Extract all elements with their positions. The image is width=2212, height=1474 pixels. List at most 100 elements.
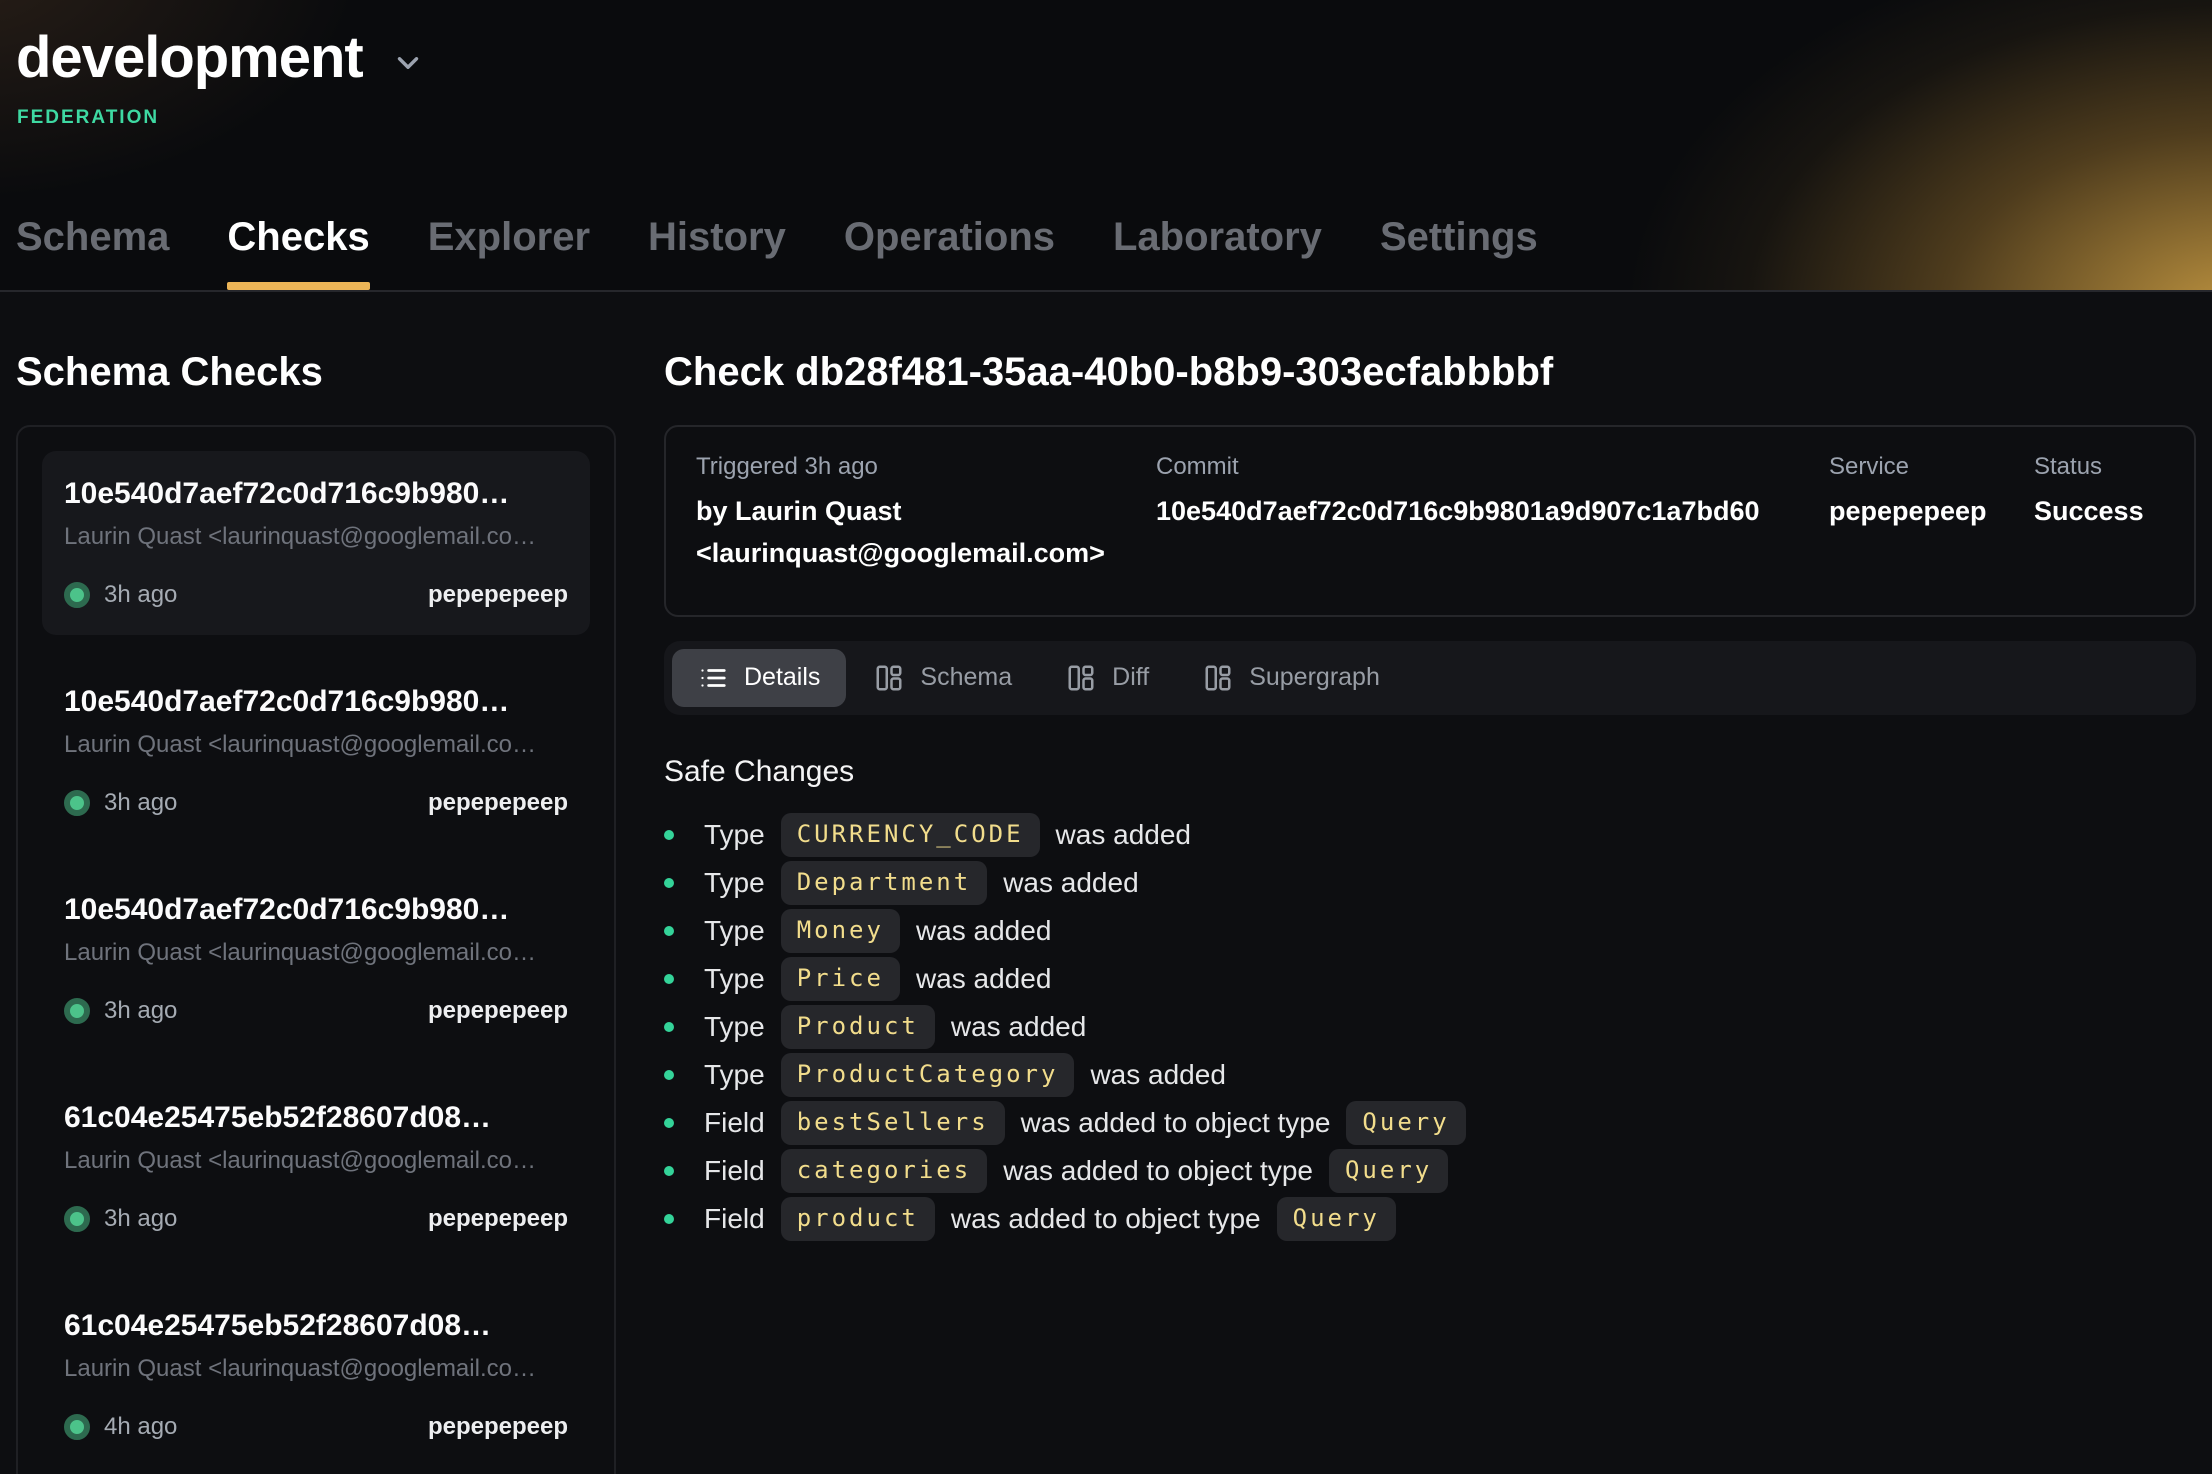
change-text: was added — [951, 1011, 1086, 1043]
meta-triggered-email: <laurinquast@googlemail.com> — [696, 533, 1156, 575]
meta-commit: Commit 10e540d7aef72c0d716c9b9801a9d907c… — [1156, 453, 1829, 533]
change-item: Field product was added to object type Q… — [664, 1195, 2196, 1243]
change-item: Type ProductCategory was added — [664, 1051, 2196, 1099]
meta-triggered: Triggered 3h ago by Laurin Quast <laurin… — [696, 453, 1156, 575]
check-id: 10e540d7aef72c0d716c9b980… — [64, 685, 568, 719]
check-title: Check db28f481-35aa-40b0-b8b9-303ecfabbb… — [664, 350, 2196, 395]
section-title: Safe Changes — [664, 755, 2196, 789]
check-time: 3h ago — [104, 581, 177, 609]
content: Schema Checks 10e540d7aef72c0d716c9b980…… — [0, 292, 2212, 1474]
bullet-icon — [664, 1118, 674, 1128]
status-dot-icon — [64, 998, 90, 1024]
change-kind: Type — [704, 1059, 765, 1091]
change-text: was added — [1056, 819, 1191, 851]
change-item: Type CURRENCY_CODE was added — [664, 811, 2196, 859]
check-list-item[interactable]: 61c04e25475eb52f28607d08… Laurin Quast <… — [42, 1075, 590, 1259]
change-text: was added — [1090, 1059, 1225, 1091]
meta-commit-value: 10e540d7aef72c0d716c9b9801a9d907c1a7bd60 — [1156, 491, 1829, 533]
check-service: pepepepeep — [428, 997, 568, 1025]
tab-schema[interactable]: Schema — [16, 215, 169, 290]
check-id: 10e540d7aef72c0d716c9b980… — [64, 893, 568, 927]
tab-checks[interactable]: Checks — [227, 215, 369, 290]
check-author: Laurin Quast <laurinquast@googlemail.co… — [64, 1355, 568, 1383]
check-author: Laurin Quast <laurinquast@googlemail.co… — [64, 731, 568, 759]
bullet-icon — [664, 878, 674, 888]
tab-settings[interactable]: Settings — [1380, 215, 1538, 290]
change-text: was added — [1003, 867, 1138, 899]
change-kind: Type — [704, 867, 765, 899]
tab-explorer[interactable]: Explorer — [428, 215, 590, 290]
change-text: was added to object type — [1003, 1155, 1313, 1187]
meta-service-value: pepepepeep — [1829, 491, 2034, 533]
tab-diff[interactable]: Diff — [1040, 649, 1175, 707]
change-text: was added to object type — [1021, 1107, 1331, 1139]
change-kind: Field — [704, 1203, 765, 1235]
code-badge: Product — [781, 1005, 935, 1049]
chevron-down-icon[interactable] — [391, 46, 425, 80]
check-id: 61c04e25475eb52f28607d08… — [64, 1309, 568, 1343]
project-header: development FEDERATION Schema Checks Exp… — [0, 0, 2212, 292]
meta-triggered-by: by Laurin Quast — [696, 491, 1156, 533]
project-selector[interactable]: development — [0, 0, 2212, 91]
change-item: Type Price was added — [664, 955, 2196, 1003]
project-type-badge: FEDERATION — [17, 107, 2212, 129]
status-dot-icon — [64, 1414, 90, 1440]
check-service: pepepepeep — [428, 789, 568, 817]
code-badge: ProductCategory — [781, 1053, 1075, 1097]
check-id: 10e540d7aef72c0d716c9b980… — [64, 477, 568, 511]
code-badge: Department — [781, 861, 988, 905]
status-dot-icon — [64, 1206, 90, 1232]
check-detail-tabs: Details Schema Dif — [664, 641, 2196, 715]
tab-laboratory[interactable]: Laboratory — [1113, 215, 1322, 290]
check-meta-box: Triggered 3h ago by Laurin Quast <laurin… — [664, 425, 2196, 617]
code-badge: Price — [781, 957, 900, 1001]
check-time: 3h ago — [104, 1205, 177, 1233]
page: development FEDERATION Schema Checks Exp… — [0, 0, 2212, 1474]
code-badge: CURRENCY_CODE — [781, 813, 1040, 857]
meta-commit-label: Commit — [1156, 453, 1829, 481]
change-item: Type Department was added — [664, 859, 2196, 907]
check-meta-row: 3h ago pepepepeep — [64, 1205, 568, 1233]
check-service: pepepepeep — [428, 581, 568, 609]
bullet-icon — [664, 926, 674, 936]
list-icon — [698, 663, 728, 693]
bullet-icon — [664, 830, 674, 840]
change-kind: Type — [704, 963, 765, 995]
change-kind: Type — [704, 819, 765, 851]
tab-supergraph[interactable]: Supergraph — [1177, 649, 1406, 707]
check-time: 3h ago — [104, 997, 177, 1025]
change-kind: Type — [704, 915, 765, 947]
check-list-item[interactable]: 61c04e25475eb52f28607d08… Laurin Quast <… — [42, 1283, 590, 1467]
sidebar-title: Schema Checks — [16, 350, 616, 395]
tab-schema-view[interactable]: Schema — [848, 649, 1038, 707]
check-list-item[interactable]: 10e540d7aef72c0d716c9b980… Laurin Quast … — [42, 451, 590, 635]
change-text: was added to object type — [951, 1203, 1261, 1235]
check-service: pepepepeep — [428, 1413, 568, 1441]
meta-service-label: Service — [1829, 453, 2034, 481]
tab-schema-view-label: Schema — [920, 663, 1012, 692]
check-list-item[interactable]: 10e540d7aef72c0d716c9b980… Laurin Quast … — [42, 867, 590, 1051]
check-service: pepepepeep — [428, 1205, 568, 1233]
project-name[interactable]: development — [16, 24, 363, 91]
check-author: Laurin Quast <laurinquast@googlemail.co… — [64, 523, 568, 551]
meta-service: Service pepepepeep — [1829, 453, 2034, 533]
bullet-icon — [664, 1070, 674, 1080]
status-badge: Success — [2034, 491, 2164, 533]
meta-status-label: Status — [2034, 453, 2164, 481]
tab-supergraph-label: Supergraph — [1249, 663, 1380, 692]
bullet-icon — [664, 1022, 674, 1032]
tab-history[interactable]: History — [648, 215, 786, 290]
check-list-item[interactable]: 10e540d7aef72c0d716c9b980… Laurin Quast … — [42, 659, 590, 843]
change-kind: Field — [704, 1107, 765, 1139]
tab-details[interactable]: Details — [672, 649, 846, 707]
code-badge: Query — [1277, 1197, 1396, 1241]
code-badge: Query — [1329, 1149, 1448, 1193]
change-text: was added — [916, 915, 1051, 947]
check-author: Laurin Quast <laurinquast@googlemail.co… — [64, 1147, 568, 1175]
tab-operations[interactable]: Operations — [844, 215, 1055, 290]
change-item: Type Product was added — [664, 1003, 2196, 1051]
checks-list: 10e540d7aef72c0d716c9b980… Laurin Quast … — [16, 425, 616, 1474]
check-detail-pane: Check db28f481-35aa-40b0-b8b9-303ecfabbb… — [664, 292, 2196, 1474]
columns-icon — [1066, 663, 1096, 693]
code-badge: categories — [781, 1149, 988, 1193]
